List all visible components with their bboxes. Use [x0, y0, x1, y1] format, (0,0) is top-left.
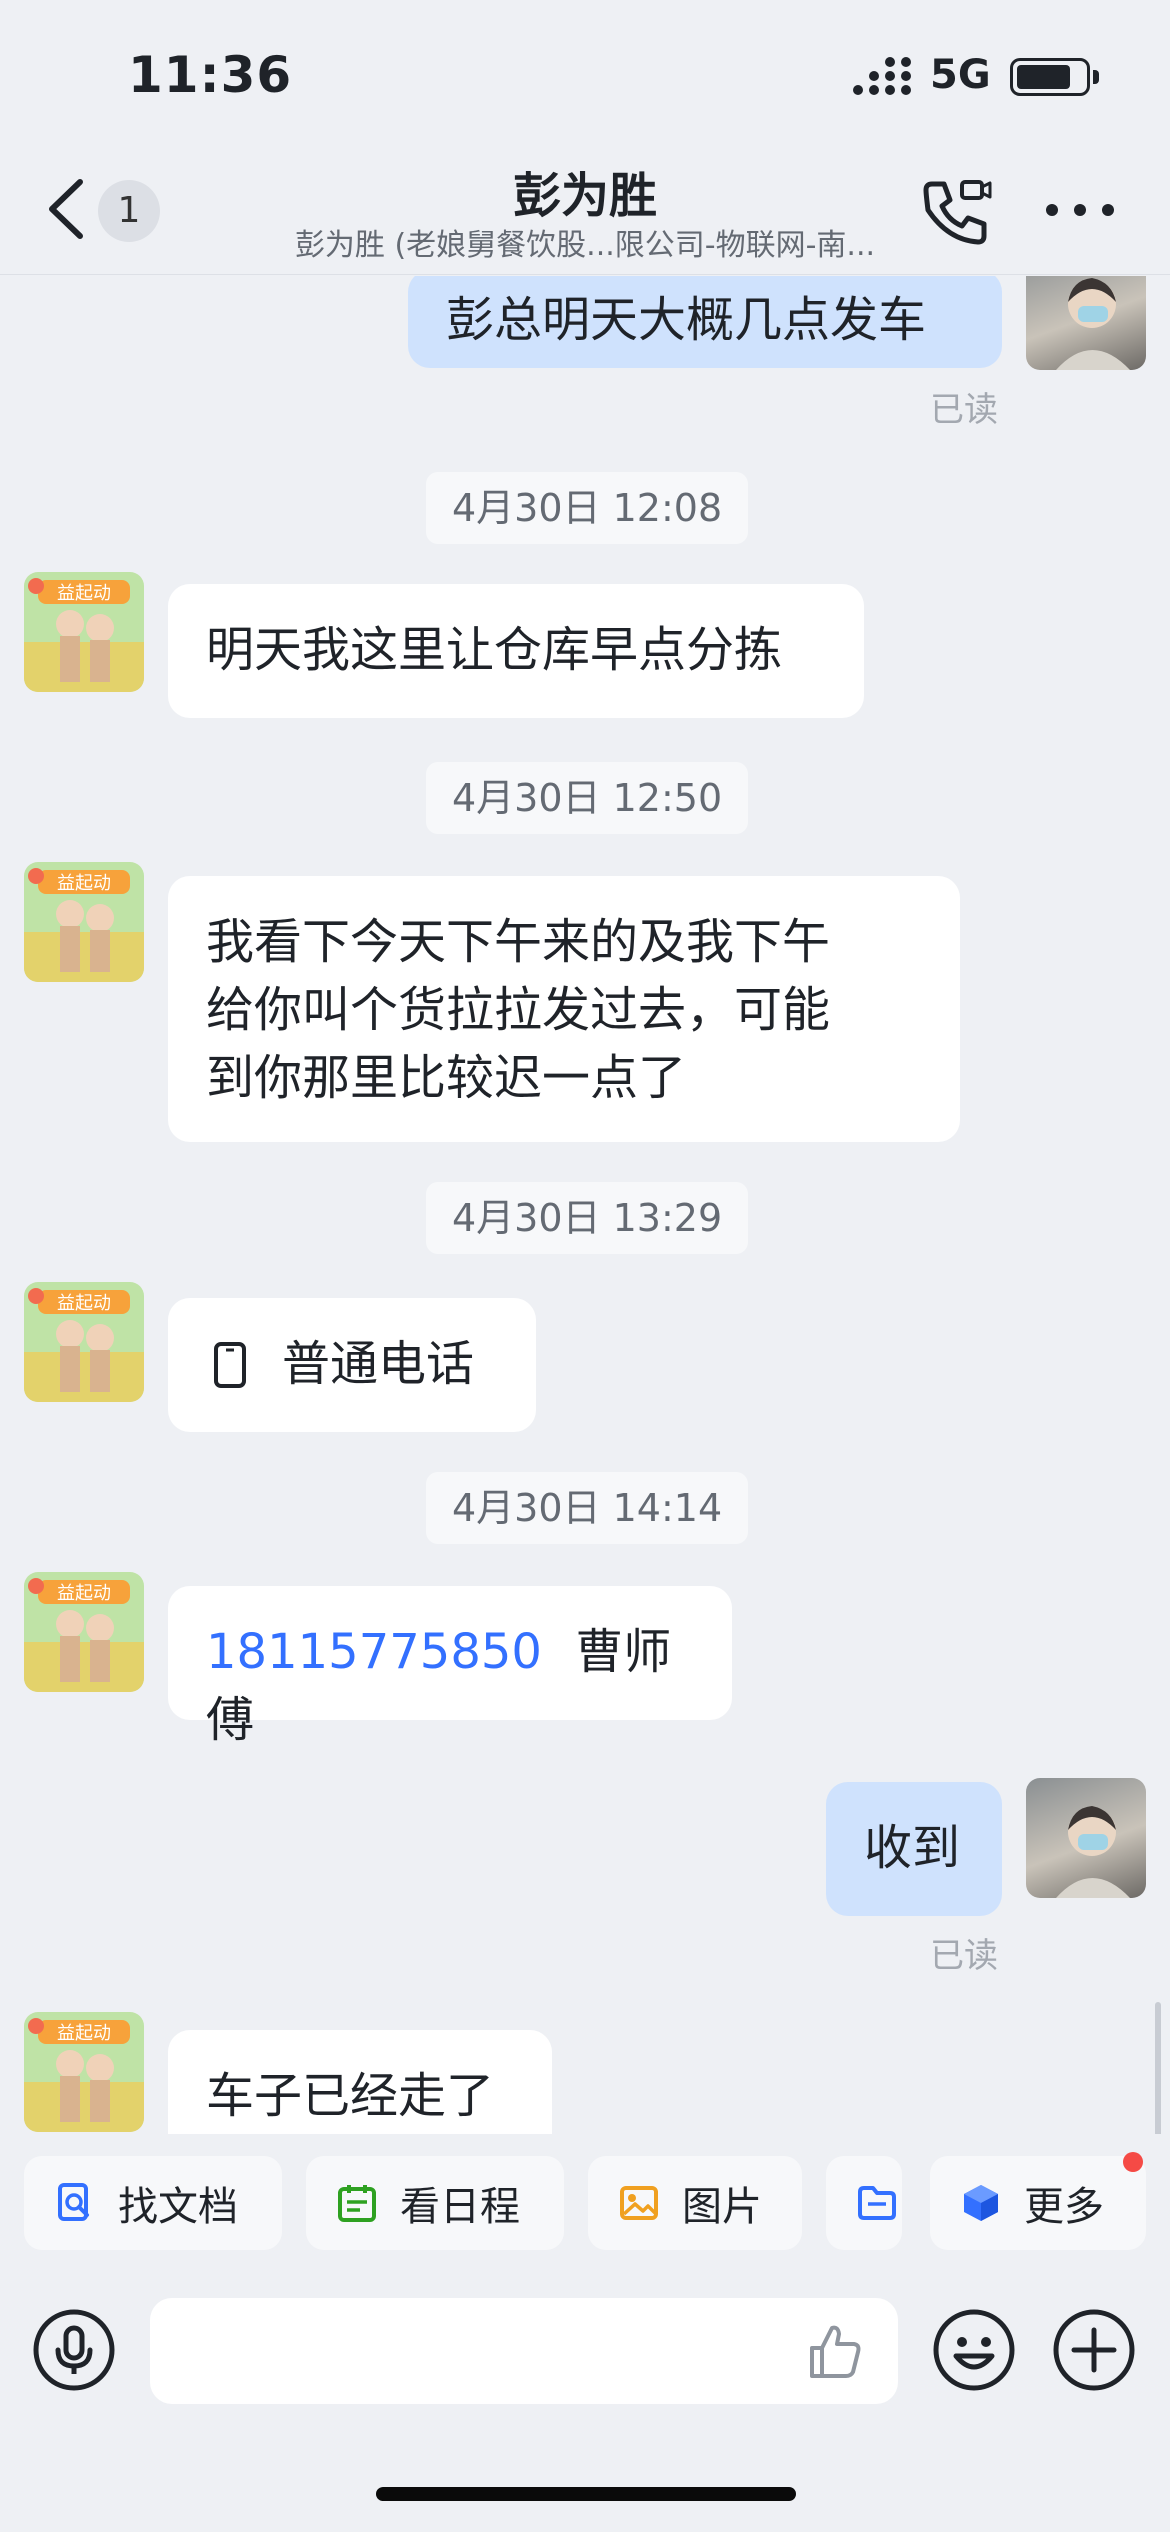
add-attachment-icon[interactable]: [1052, 2308, 1136, 2392]
message-text: 彭总明天大概几点发车: [446, 292, 927, 348]
notification-dot: [1123, 2152, 1143, 2172]
message-text: 车子已经走了: [206, 2068, 495, 2124]
battery-icon: [1010, 58, 1090, 96]
find-document-label: 找文档: [118, 2184, 238, 2230]
signal-icon: [853, 57, 911, 95]
home-indicator[interactable]: [376, 2487, 796, 2501]
view-schedule-button[interactable]: 看日程: [306, 2156, 564, 2250]
network-label: 5G: [930, 52, 991, 98]
message-outgoing[interactable]: 彭总明天大概几点发车: [408, 276, 1002, 368]
message-text-line: 我看下今天下午来的及我下午: [206, 914, 831, 970]
message-text: 收到: [864, 1820, 961, 1876]
avatar-contact[interactable]: 益起动: [24, 572, 144, 692]
avatar-contact[interactable]: 益起动: [24, 1572, 144, 1692]
video-call-icon[interactable]: [918, 174, 994, 250]
folder-icon: [858, 2186, 896, 2220]
document-search-icon: [58, 2183, 89, 2221]
avatar-badge-text: 益起动: [57, 2023, 111, 2044]
thumbs-up-icon[interactable]: [804, 2322, 864, 2382]
quick-actions-bar: 找文档 看日程 图片 更多: [0, 2134, 1170, 2274]
emoji-icon[interactable]: [932, 2308, 1016, 2392]
avatar-contact[interactable]: 益起动: [24, 2012, 144, 2132]
avatar-self[interactable]: [1026, 276, 1146, 370]
message-incoming[interactable]: 明天我这里让仓库早点分拣: [168, 584, 864, 718]
images-button[interactable]: 图片: [588, 2156, 802, 2250]
read-receipt: 已读: [930, 390, 998, 430]
more-button[interactable]: 更多: [930, 2156, 1146, 2250]
avatar-badge-text: 益起动: [57, 1293, 111, 1314]
call-record-message[interactable]: 普通电话: [168, 1298, 536, 1432]
timestamp: 4月30日 14:14: [426, 1472, 749, 1544]
message-text-line: 给你叫个货拉拉发过去，可能: [206, 982, 831, 1038]
files-button[interactable]: [826, 2156, 902, 2250]
phone-number-link[interactable]: 18115775850: [206, 1624, 542, 1680]
message-incoming[interactable]: 车子已经走了: [168, 2030, 552, 2134]
status-bar: 11:36 5G: [0, 0, 1170, 150]
timestamp: 4月30日 12:08: [426, 472, 749, 544]
avatar-badge-text: 益起动: [57, 873, 111, 894]
more-options-icon[interactable]: [1040, 190, 1120, 230]
calendar-icon: [338, 2185, 376, 2222]
voice-input-icon[interactable]: [32, 2308, 116, 2392]
status-time: 11:36: [128, 46, 293, 104]
message-input[interactable]: [150, 2298, 898, 2404]
message-incoming[interactable]: 18115775850 曹师傅: [168, 1586, 732, 1748]
message-text-line: 到你那里比较迟一点了: [206, 1050, 687, 1106]
find-document-button[interactable]: 找文档: [24, 2156, 282, 2250]
image-icon: [620, 2186, 658, 2220]
chat-title[interactable]: 彭为胜: [0, 156, 1170, 226]
read-receipt: 已读: [930, 1936, 998, 1976]
message-outgoing[interactable]: 收到: [826, 1782, 1002, 1916]
call-type-label: 普通电话: [282, 1336, 475, 1392]
message-text: 明天我这里让仓库早点分拣: [206, 622, 783, 678]
chat-header: 1 彭为胜 彭为胜 (老娘舅餐饮股...限公司-物联网-南...: [0, 150, 1170, 275]
timestamp: 4月30日 13:29: [426, 1182, 749, 1254]
avatar-self[interactable]: [1026, 1778, 1146, 1898]
images-label: 图片: [682, 2184, 762, 2230]
battery-tip: [1093, 70, 1099, 84]
timestamp: 4月30日 12:50: [426, 762, 749, 834]
apps-cube-icon: [964, 2185, 998, 2221]
avatar-contact[interactable]: 益起动: [24, 1282, 144, 1402]
avatar-badge-text: 益起动: [57, 1583, 111, 1604]
chat-subtitle[interactable]: 彭为胜 (老娘舅餐饮股...限公司-物联网-南...: [0, 220, 1170, 264]
phone-icon: [214, 1342, 246, 1388]
message-incoming[interactable]: 我看下今天下午来的及我下午 给你叫个货拉拉发过去，可能 到你那里比较迟一点了: [168, 876, 960, 1142]
view-schedule-label: 看日程: [400, 2184, 520, 2230]
avatar-contact[interactable]: 益起动: [24, 862, 144, 982]
avatar-badge-text: 益起动: [57, 583, 111, 604]
scrollbar[interactable]: [1155, 2002, 1161, 2134]
message-list[interactable]: 彭总明天大概几点发车 已读 4月30日 12:08 益起动 明天我这里让仓库早点…: [0, 276, 1170, 2134]
more-label: 更多: [1024, 2184, 1104, 2230]
